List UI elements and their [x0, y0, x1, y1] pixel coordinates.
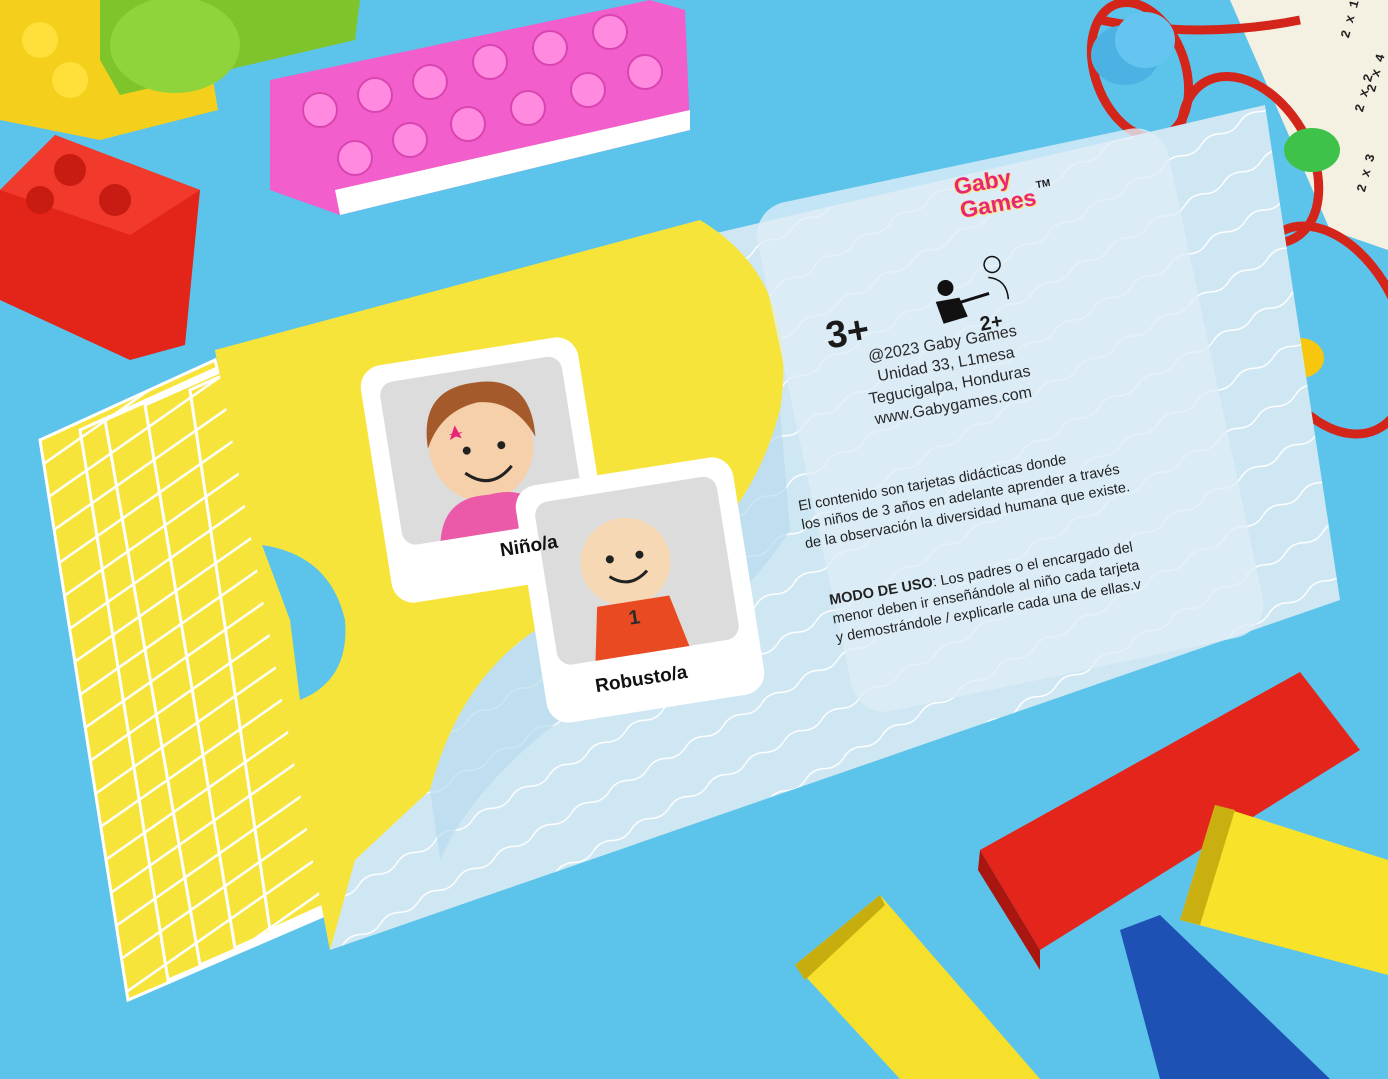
- wooden-block-yellow-right: [1180, 805, 1388, 975]
- photo-scene: [0, 0, 1388, 1079]
- card-robusto: [515, 457, 765, 723]
- lego-red-brick: [0, 135, 200, 360]
- wooden-block-yellow-bottom: [795, 895, 1040, 1079]
